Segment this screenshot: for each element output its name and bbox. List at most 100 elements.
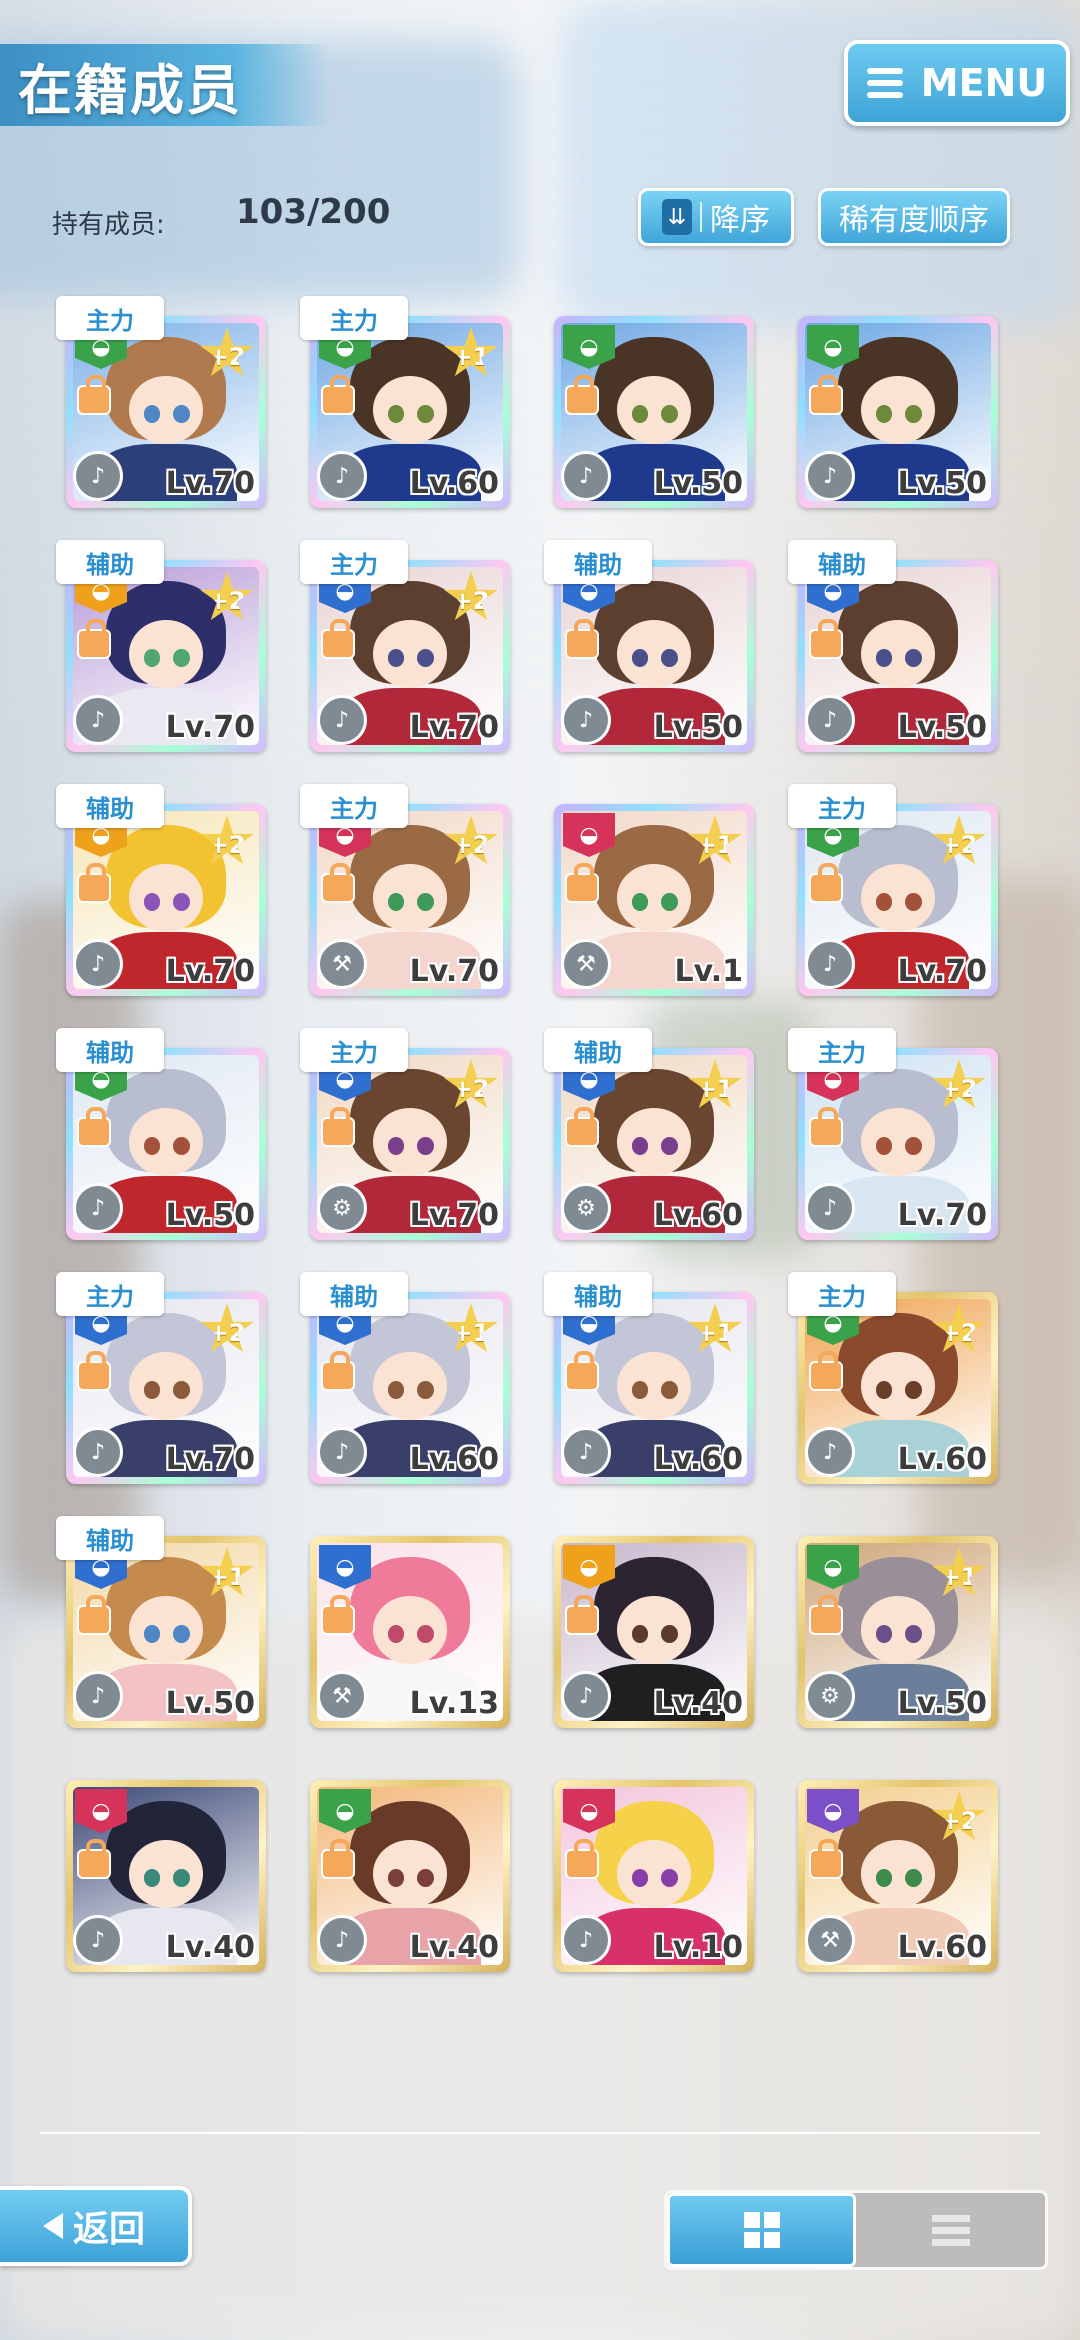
back-button[interactable]: 返回 — [0, 2186, 192, 2266]
member-card[interactable]: ◒ +2 ♪ Lv.70 主力 — [56, 1272, 272, 1484]
member-card[interactable]: ◒ ♪ Lv.50 辅助 — [56, 1028, 272, 1240]
lock-icon[interactable] — [567, 619, 597, 657]
lock-icon[interactable] — [567, 1107, 597, 1145]
role-tag: 主力 — [56, 1272, 164, 1316]
card-level: Lv.60 — [653, 1442, 743, 1477]
lock-icon[interactable] — [811, 1595, 841, 1633]
lock-icon[interactable] — [79, 1107, 109, 1145]
portrait-face — [860, 1840, 936, 1909]
portrait-face — [860, 376, 936, 445]
member-card[interactable]: ◒ +1 ♪ Lv.60 辅助 — [544, 1272, 760, 1484]
member-card[interactable]: ◒ +1 ⚙ Lv.60 辅助 — [544, 1028, 760, 1240]
lock-icon[interactable] — [323, 1839, 353, 1877]
member-card[interactable]: ◒ +2 ♪ Lv.70 辅助 — [56, 540, 272, 752]
flute-skill-icon: ♪ — [317, 1915, 367, 1965]
lock-icon[interactable] — [811, 619, 841, 657]
lock-icon[interactable] — [323, 863, 353, 901]
portrait-eye — [417, 404, 435, 423]
character-portrait: ◒ ♪ Lv.50 — [805, 323, 991, 501]
member-card[interactable]: ◒ +1 ♪ Lv.50 辅助 — [56, 1516, 272, 1728]
card-frame: ◒ +2 ⚒ Lv.60 — [798, 1780, 998, 1972]
lock-icon[interactable] — [323, 1595, 353, 1633]
flute-skill-icon: ♪ — [805, 451, 855, 501]
member-card[interactable]: ◒ ♪ Lv.40 — [56, 1760, 272, 1972]
character-portrait: ◒ ♪ Lv.10 — [561, 1787, 747, 1965]
lock-icon[interactable] — [811, 375, 841, 413]
lock-icon[interactable] — [79, 1839, 109, 1877]
lock-icon[interactable] — [567, 863, 597, 901]
card-level: Lv.50 — [897, 710, 987, 745]
lock-icon[interactable] — [79, 863, 109, 901]
flute-skill-icon: ♪ — [73, 1915, 123, 1965]
role-tag: 辅助 — [56, 784, 164, 828]
card-frame: ◒ ♪ Lv.40 — [554, 1536, 754, 1728]
character-portrait: ◒ ♪ Lv.50 — [805, 567, 991, 745]
lock-icon[interactable] — [811, 1351, 841, 1389]
portrait-face — [128, 1840, 204, 1909]
member-card[interactable]: ◒ ♪ Lv.40 — [544, 1516, 760, 1728]
member-card[interactable]: ◒ +2 ♪ Lv.70 主力 — [300, 540, 516, 752]
lock-icon[interactable] — [811, 863, 841, 901]
lock-icon[interactable] — [79, 1351, 109, 1389]
hammer-skill-icon: ⚒ — [317, 939, 367, 989]
portrait-eye — [417, 1624, 435, 1643]
lock-icon[interactable] — [567, 1351, 597, 1389]
member-card[interactable]: ◒ ♪ Lv.10 — [544, 1760, 760, 1972]
gear-skill-icon: ⚙ — [805, 1671, 855, 1721]
member-card[interactable]: ◒ ⚒ Lv.13 — [300, 1516, 516, 1728]
hammer-skill-icon: ⚒ — [561, 939, 611, 989]
flute-skill-icon: ♪ — [805, 695, 855, 745]
portrait-eye — [631, 1380, 649, 1399]
lock-icon[interactable] — [323, 619, 353, 657]
lock-icon[interactable] — [323, 1107, 353, 1145]
lock-icon[interactable] — [567, 1839, 597, 1877]
portrait-eye — [875, 1136, 893, 1155]
member-card[interactable]: ◒ +2 ⚒ Lv.70 主力 — [300, 784, 516, 996]
lock-icon[interactable] — [567, 375, 597, 413]
lock-icon[interactable] — [323, 1351, 353, 1389]
member-card[interactable]: ◒ ♪ Lv.40 — [300, 1760, 516, 1972]
lock-icon[interactable] — [811, 1839, 841, 1877]
member-card[interactable]: ◒ +2 ♪ Lv.70 主力 — [788, 1028, 1004, 1240]
member-card[interactable]: ◒ +2 ♪ Lv.60 主力 — [788, 1272, 1004, 1484]
lock-icon[interactable] — [567, 1595, 597, 1633]
member-card[interactable]: ◒ ♪ Lv.50 — [788, 296, 1004, 508]
character-portrait: ◒ ♪ Lv.40 — [317, 1787, 503, 1965]
member-card[interactable]: ◒ +1 ♪ Lv.60 辅助 — [300, 1272, 516, 1484]
member-card[interactable]: ◒ +2 ♪ Lv.70 主力 — [788, 784, 1004, 996]
member-card[interactable]: ◒ +2 ⚒ Lv.60 — [788, 1760, 1004, 1972]
lock-icon[interactable] — [79, 1595, 109, 1633]
grid-view-button[interactable] — [667, 2193, 856, 2267]
character-portrait: ◒ +2 ♪ Lv.70 — [73, 323, 259, 501]
character-portrait: ◒ ♪ Lv.40 — [561, 1543, 747, 1721]
member-card[interactable]: ◒ +2 ♪ Lv.70 主力 — [56, 296, 272, 508]
member-card[interactable]: ◒ +2 ♪ Lv.70 辅助 — [56, 784, 272, 996]
character-portrait: ◒ +2 ♪ Lv.70 — [73, 1299, 259, 1477]
role-tag: 辅助 — [544, 1028, 652, 1072]
list-view-button[interactable] — [856, 2193, 1045, 2267]
character-portrait: ◒ ⚒ Lv.13 — [317, 1543, 503, 1721]
portrait-eye — [143, 1868, 161, 1887]
lock-icon[interactable] — [811, 1107, 841, 1145]
lock-icon[interactable] — [323, 375, 353, 413]
portrait-eye — [387, 1136, 405, 1155]
portrait-face — [860, 1352, 936, 1421]
member-card[interactable]: ◒ ♪ Lv.50 辅助 — [788, 540, 1004, 752]
portrait-eye — [905, 1136, 923, 1155]
portrait-eye — [173, 892, 191, 911]
card-level: Lv.10 — [653, 1930, 743, 1965]
member-card[interactable]: ◒ ♪ Lv.50 辅助 — [544, 540, 760, 752]
member-card[interactable]: ◒ +1 ♪ Lv.60 主力 — [300, 296, 516, 508]
portrait-eye — [387, 1868, 405, 1887]
card-frame: ◒ +2 ♪ Lv.70 — [798, 804, 998, 996]
member-card[interactable]: ◒ +1 ⚒ Lv.1 — [544, 784, 760, 996]
member-card[interactable]: ◒ +2 ⚙ Lv.70 主力 — [300, 1028, 516, 1240]
flute-skill-icon: ♪ — [561, 1915, 611, 1965]
member-card[interactable]: ◒ ♪ Lv.50 — [544, 296, 760, 508]
portrait-face — [372, 376, 448, 445]
character-portrait: ◒ +1 ⚙ Lv.50 — [805, 1543, 991, 1721]
member-card[interactable]: ◒ +1 ⚙ Lv.50 — [788, 1516, 1004, 1728]
portrait-face — [128, 1596, 204, 1665]
lock-icon[interactable] — [79, 375, 109, 413]
lock-icon[interactable] — [79, 619, 109, 657]
